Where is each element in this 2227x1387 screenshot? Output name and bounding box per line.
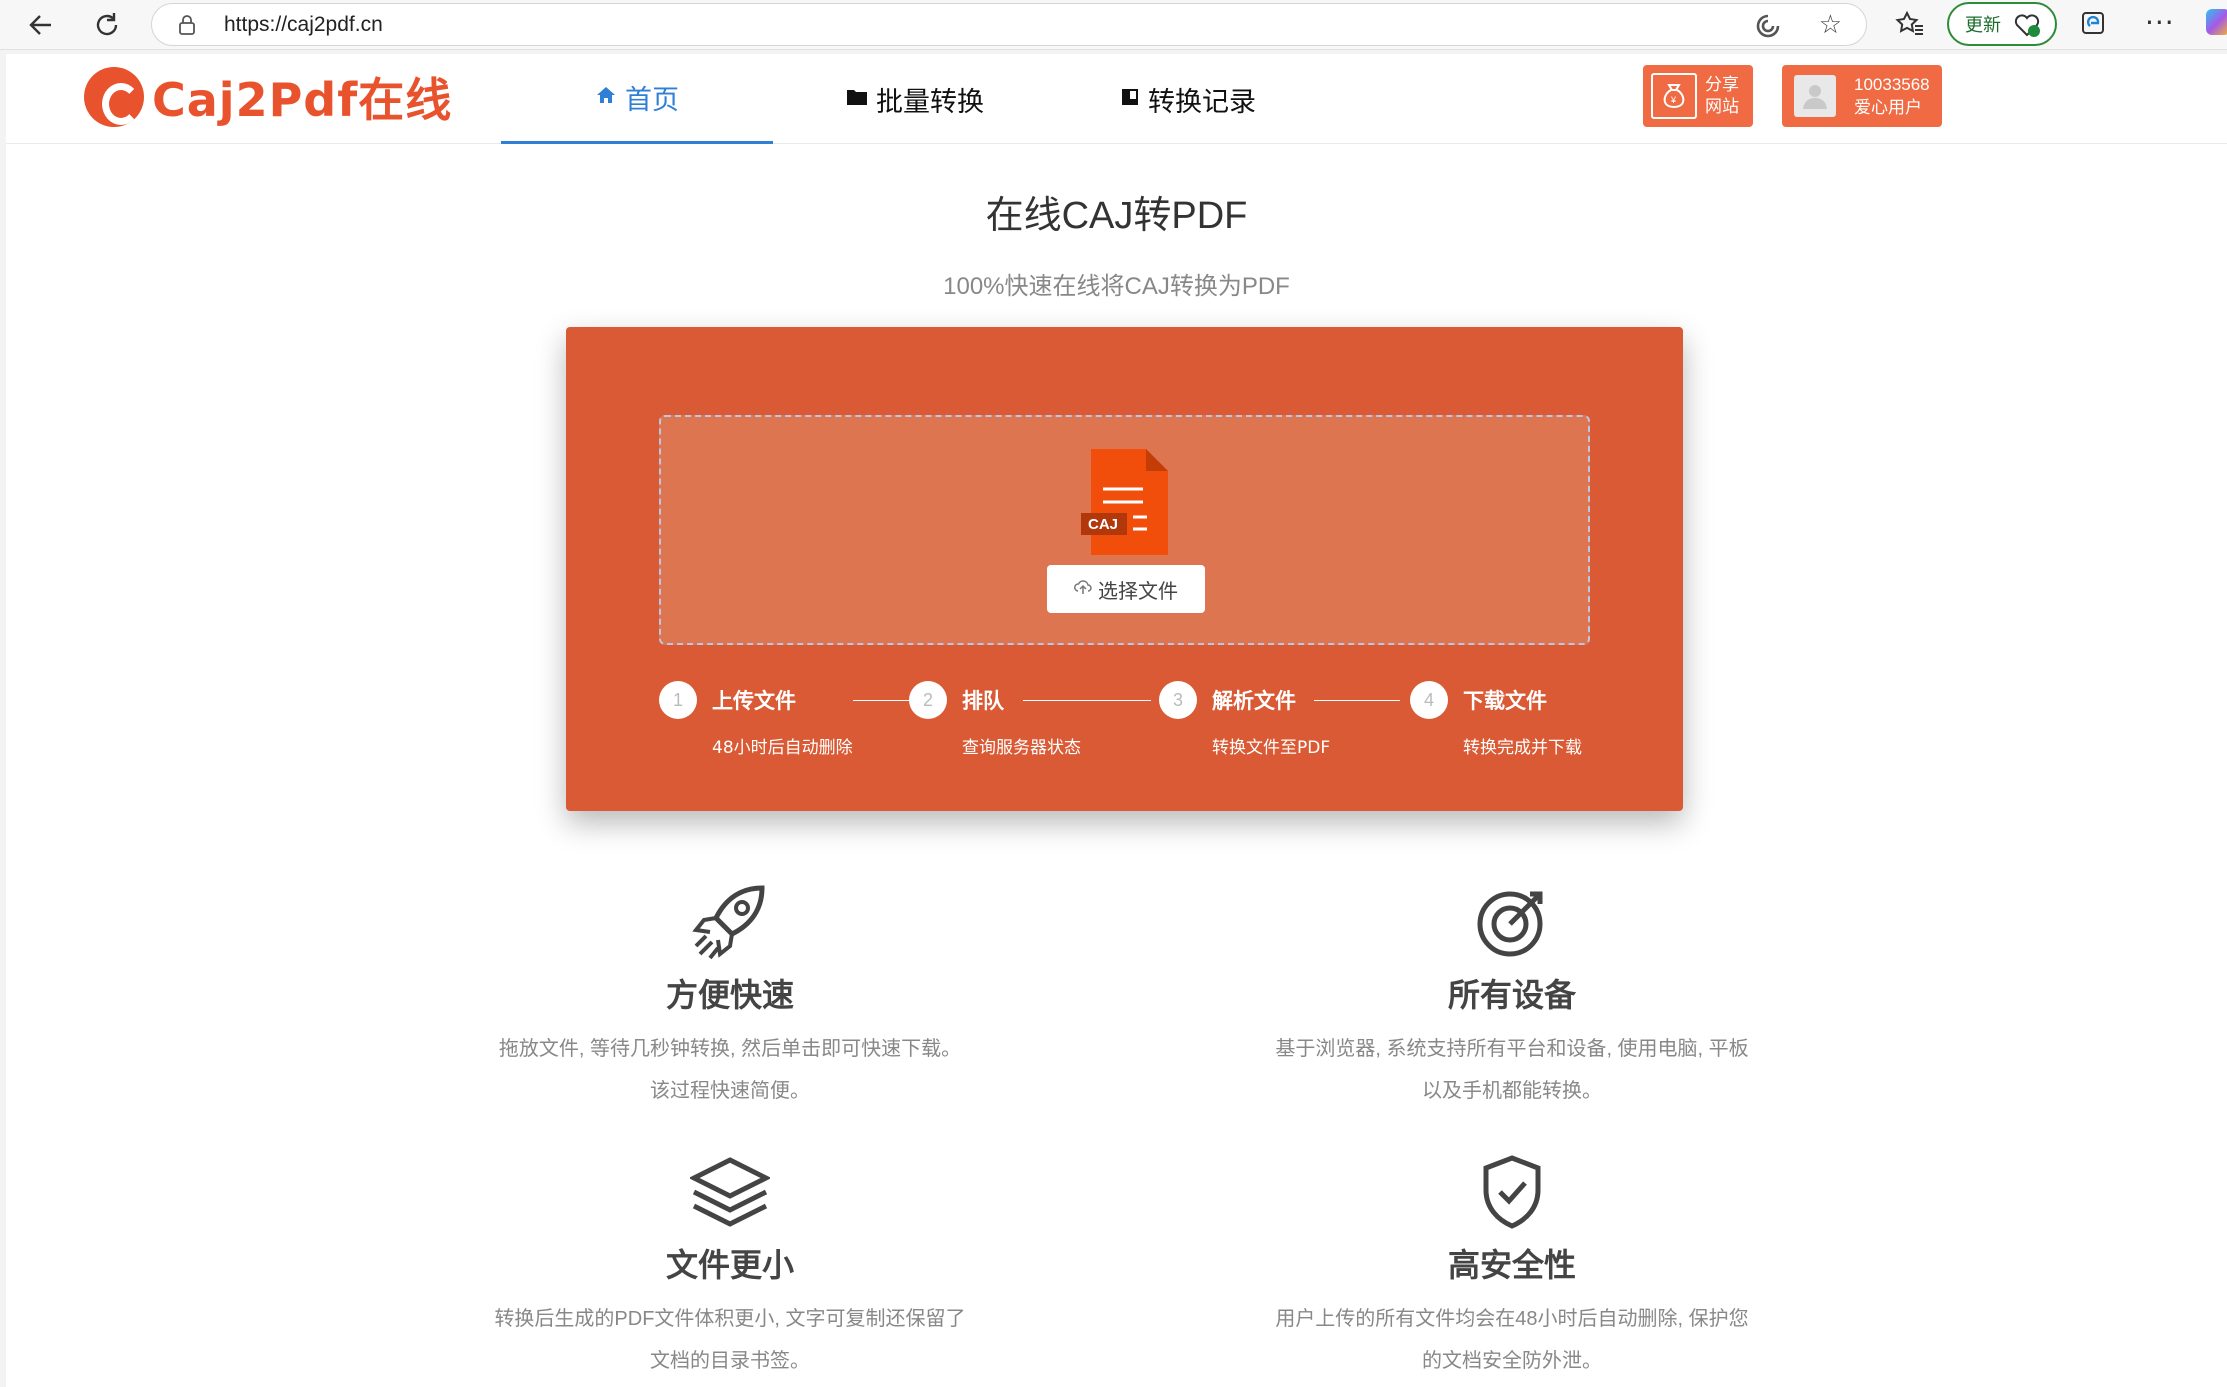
feature-title: 方便快速 bbox=[665, 976, 794, 1014]
step-desc: 转换完成并下载 bbox=[1463, 738, 1582, 758]
feature-all-devices: 所有设备 基于浏览器, 系统支持所有平台和设备, 使用电脑, 平板 以及手机都能… bbox=[1232, 884, 1792, 1112]
copilot-icon[interactable] bbox=[2206, 9, 2227, 35]
step-connector bbox=[1314, 700, 1400, 701]
heart-pulse-icon bbox=[2013, 12, 2041, 43]
feature-title: 高安全性 bbox=[1447, 1246, 1576, 1284]
edge-collections-icon[interactable] bbox=[2080, 9, 2108, 41]
tab-batch-label: 批量转换 bbox=[876, 86, 984, 118]
shield-check-icon bbox=[1232, 1154, 1792, 1234]
more-menu-icon[interactable]: ··· bbox=[2145, 6, 2175, 39]
logo-text: Caj2Pdf在线 bbox=[152, 73, 453, 127]
url-text[interactable]: https://caj2pdf.cn bbox=[224, 13, 383, 37]
feature-desc-line: 的文档安全防外泄。 bbox=[1422, 1350, 1602, 1372]
update-label: 更新 bbox=[1965, 15, 2001, 36]
converter-panel: CAJ 选择文件 1 上传文件 48小时后自动删除 2 排队 查询服务器状态 3… bbox=[566, 327, 1683, 811]
step-name: 解析文件 bbox=[1212, 689, 1296, 713]
refresh-icon[interactable] bbox=[88, 6, 126, 44]
site-header: Caj2Pdf在线 首页 批量转换 转换记录 ¥ 分享网站 10033568 爱… bbox=[6, 54, 2227, 144]
step-desc: 48小时后自动删除 bbox=[712, 738, 853, 758]
address-bar[interactable]: https://caj2pdf.cn ☆ bbox=[151, 3, 1867, 46]
choose-file-label: 选择文件 bbox=[1098, 578, 1178, 603]
feature-desc-line: 该过程快速简便。 bbox=[650, 1080, 810, 1102]
book-icon bbox=[1120, 85, 1140, 113]
choose-file-button[interactable]: 选择文件 bbox=[1047, 565, 1205, 613]
user-account-button[interactable]: 10033568 爱心用户 bbox=[1782, 65, 1942, 127]
read-aloud-icon[interactable] bbox=[1754, 12, 1782, 44]
page-subtitle: 100%快速在线将CAJ转换为PDF bbox=[943, 273, 1290, 300]
user-avatar-icon bbox=[1794, 75, 1836, 117]
caj-file-icon: CAJ bbox=[1081, 447, 1171, 571]
feature-title: 所有设备 bbox=[1447, 976, 1576, 1014]
step-desc: 查询服务器状态 bbox=[962, 738, 1081, 758]
step-name: 下载文件 bbox=[1463, 689, 1547, 713]
feature-title: 文件更小 bbox=[665, 1246, 794, 1284]
feature-desc-line: 拖放文件, 等待几秒钟转换, 然后单击即可快速下载。 bbox=[498, 1038, 962, 1060]
svg-text:¥: ¥ bbox=[1670, 95, 1677, 105]
money-bag-icon: ¥ bbox=[1651, 73, 1697, 119]
target-icon bbox=[1232, 884, 1792, 964]
folder-icon bbox=[846, 85, 868, 113]
page-title: 在线CAJ转PDF bbox=[985, 195, 1248, 237]
user-id: 10033568 bbox=[1854, 75, 1930, 94]
step-desc: 转换文件至PDF bbox=[1212, 738, 1331, 758]
file-dropzone[interactable]: CAJ 选择文件 bbox=[659, 415, 1590, 645]
file-type-badge: CAJ bbox=[1088, 516, 1119, 533]
favorite-star-icon[interactable]: ☆ bbox=[1819, 10, 1842, 40]
step-number: 1 bbox=[659, 681, 697, 719]
feature-desc-line: 以及手机都能转换。 bbox=[1422, 1080, 1602, 1102]
step-name: 上传文件 bbox=[712, 689, 796, 713]
tab-home[interactable]: 首页 bbox=[501, 54, 773, 144]
favorites-icon[interactable] bbox=[1895, 10, 1925, 42]
feature-security: 高安全性 用户上传的所有文件均会在48小时后自动删除, 保护您 的文档安全防外泄… bbox=[1232, 1154, 1792, 1382]
step-number: 2 bbox=[909, 681, 947, 719]
share-label: 分享网站 bbox=[1705, 75, 1739, 117]
layers-icon bbox=[450, 1154, 1010, 1234]
feature-desc-line: 文档的目录书签。 bbox=[650, 1350, 810, 1372]
site-logo[interactable]: Caj2Pdf在线 bbox=[84, 64, 452, 130]
feature-desc-line: 转换后生成的PDF文件体积更小, 文字可复制还保留了 bbox=[494, 1308, 966, 1330]
cloud-upload-icon bbox=[1074, 579, 1092, 599]
feature-smaller-files: 文件更小 转换后生成的PDF文件体积更小, 文字可复制还保留了 文档的目录书签。 bbox=[450, 1154, 1010, 1382]
logo-c-icon bbox=[84, 67, 144, 127]
step-name: 排队 bbox=[962, 689, 1004, 713]
tab-home-label: 首页 bbox=[625, 85, 679, 116]
tab-history-label: 转换记录 bbox=[1148, 86, 1256, 118]
lock-icon[interactable] bbox=[176, 14, 198, 36]
tab-batch-convert[interactable]: 批量转换 bbox=[796, 54, 1034, 144]
step-connector bbox=[1023, 700, 1151, 701]
rocket-icon bbox=[450, 884, 1010, 964]
tab-history[interactable]: 转换记录 bbox=[1068, 54, 1308, 144]
feature-desc-line: 用户上传的所有文件均会在48小时后自动删除, 保护您 bbox=[1275, 1308, 1749, 1330]
step-number: 3 bbox=[1159, 681, 1197, 719]
user-label: 爱心用户 bbox=[1854, 98, 1922, 117]
home-icon bbox=[595, 84, 617, 112]
browser-toolbar: https://caj2pdf.cn ☆ 更新 ··· bbox=[0, 0, 2227, 50]
feature-fast: 方便快速 拖放文件, 等待几秒钟转换, 然后单击即可快速下载。 该过程快速简便。 bbox=[450, 884, 1010, 1112]
feature-desc-line: 基于浏览器, 系统支持所有平台和设备, 使用电脑, 平板 bbox=[1275, 1038, 1749, 1060]
web-page: Caj2Pdf在线 首页 批量转换 转换记录 ¥ 分享网站 10033568 爱… bbox=[6, 54, 2227, 1387]
update-button[interactable]: 更新 bbox=[1947, 2, 2057, 46]
share-site-button[interactable]: ¥ 分享网站 bbox=[1643, 65, 1753, 127]
step-number: 4 bbox=[1410, 681, 1448, 719]
back-arrow-icon[interactable] bbox=[22, 6, 60, 44]
